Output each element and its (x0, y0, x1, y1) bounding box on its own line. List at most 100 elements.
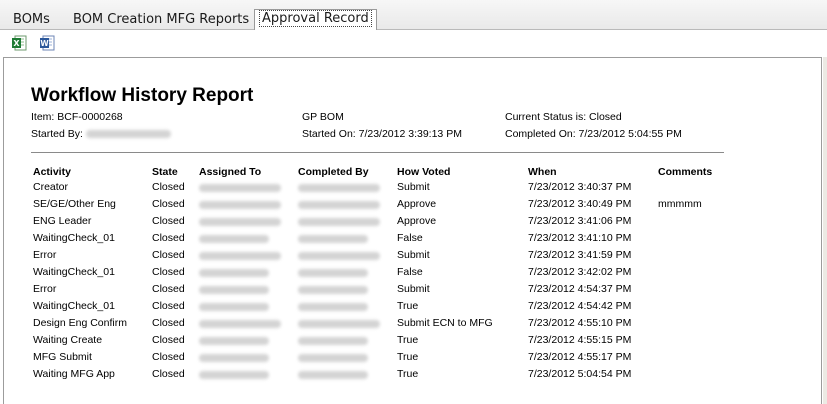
state-cell: Closed (152, 300, 185, 312)
redacted-name (85, 130, 171, 139)
state-cell: Closed (152, 249, 185, 261)
comment-cell: mmmmm (658, 198, 702, 210)
table-row: Error Closed Submit 7/23/2012 3:41:59 PM (0, 249, 827, 266)
col-header-activity: Activity (33, 166, 71, 178)
started-by-label: Started By: (31, 128, 83, 140)
table-row: WaitingCheck_01 Closed True 7/23/2012 4:… (0, 300, 827, 317)
table-row: Design Eng Confirm Closed Submit ECN to … (0, 317, 827, 334)
tab-approval-record-label: Approval Record (259, 10, 372, 27)
redacted-completer (298, 184, 380, 192)
activity-cell: Waiting Create (33, 334, 103, 346)
vote-cell: Submit (397, 283, 430, 295)
vote-cell: False (397, 266, 423, 278)
redacted-completer (298, 252, 380, 260)
tab-bar: BOMs BOM Creation MFG Reports Approval R… (0, 0, 827, 32)
redacted-completer (298, 218, 380, 226)
when-cell: 7/23/2012 4:55:10 PM (528, 317, 632, 329)
redacted-completer (298, 286, 368, 294)
tab-boms[interactable]: BOMs (13, 10, 50, 30)
activity-cell: SE/GE/Other Eng (33, 198, 116, 210)
activity-cell: ENG Leader (33, 215, 92, 227)
when-cell: 7/23/2012 3:41:10 PM (528, 232, 632, 244)
when-cell: 7/23/2012 3:40:49 PM (528, 198, 632, 210)
state-cell: Closed (152, 368, 185, 380)
bom-type: GP BOM (302, 111, 344, 123)
activity-cell: Error (33, 249, 57, 261)
redacted-completer (298, 269, 368, 277)
when-cell: 7/23/2012 4:54:37 PM (528, 283, 632, 295)
redacted-completer (298, 235, 368, 243)
vote-cell: Submit (397, 249, 430, 261)
state-cell: Closed (152, 334, 185, 346)
redacted-completer (298, 371, 368, 379)
vote-cell: Approve (397, 198, 437, 210)
table-row: Waiting Create Closed True 7/23/2012 4:5… (0, 334, 827, 351)
started-on: Started On: 7/23/2012 3:39:13 PM (302, 128, 462, 140)
state-cell: Closed (152, 283, 185, 295)
when-cell: 7/23/2012 3:41:06 PM (528, 215, 632, 227)
col-header-completed-by: Completed By (298, 166, 369, 178)
redacted-completer (298, 320, 380, 328)
col-header-assigned-to: Assigned To (199, 166, 262, 178)
table-row: MFG Submit Closed True 7/23/2012 4:55:17… (0, 351, 827, 368)
table-row: ENG Leader Closed Approve 7/23/2012 3:41… (0, 215, 827, 232)
redacted-completer (298, 337, 368, 345)
state-cell: Closed (152, 317, 185, 329)
redacted-assignee (199, 201, 281, 209)
when-cell: 7/23/2012 3:41:59 PM (528, 249, 632, 261)
export-word-button[interactable]: W (39, 35, 55, 51)
col-header-state: State (152, 166, 178, 178)
current-status: Current Status is: Closed (505, 111, 622, 123)
word-icon-glyph: W (40, 39, 49, 48)
tab-bom-creation-mfg-reports[interactable]: BOM Creation MFG Reports (73, 10, 249, 30)
state-cell: Closed (152, 215, 185, 227)
export-excel-button[interactable]: X (11, 35, 27, 51)
when-cell: 7/23/2012 4:55:15 PM (528, 334, 632, 346)
redacted-assignee (199, 235, 269, 243)
started-by: Started By: (31, 128, 171, 141)
vote-cell: True (397, 351, 419, 363)
activity-cell: Creator (33, 181, 69, 193)
redacted-completer (298, 201, 380, 209)
table-row: Error Closed Submit 7/23/2012 4:54:37 PM (0, 283, 827, 300)
state-cell: Closed (152, 351, 185, 363)
redacted-assignee (199, 269, 269, 277)
activity-cell: WaitingCheck_01 (33, 266, 115, 278)
vote-cell: True (397, 368, 419, 380)
report-title: Workflow History Report (31, 85, 254, 106)
excel-icon: X (12, 35, 27, 51)
table-row: Waiting MFG App Closed True 7/23/2012 5:… (0, 368, 827, 385)
redacted-assignee (199, 184, 281, 192)
redacted-assignee (199, 286, 269, 294)
vote-cell: False (397, 232, 423, 244)
col-header-comments: Comments (658, 166, 713, 178)
report-toolbar: X W (0, 30, 827, 57)
tab-approval-record[interactable]: Approval Record (254, 9, 377, 32)
table-row: WaitingCheck_01 Closed False 7/23/2012 3… (0, 266, 827, 283)
state-cell: Closed (152, 198, 185, 210)
excel-icon-glyph: X (13, 39, 20, 48)
when-cell: 7/23/2012 4:54:42 PM (528, 300, 632, 312)
col-header-when: When (528, 166, 557, 178)
redacted-completer (298, 354, 368, 362)
header-divider (31, 152, 724, 153)
vote-cell: Submit ECN to MFG (397, 317, 493, 329)
state-cell: Closed (152, 181, 185, 193)
redacted-assignee (199, 218, 281, 226)
item-number: Item: BCF-0000268 (31, 111, 123, 123)
when-cell: 7/23/2012 3:42:02 PM (528, 266, 632, 278)
redacted-assignee (199, 371, 269, 379)
table-row: Creator Closed Submit 7/23/2012 3:40:37 … (0, 181, 827, 198)
word-icon: W (40, 35, 55, 51)
activity-cell: Error (33, 283, 57, 295)
vote-cell: Approve (397, 215, 437, 227)
state-cell: Closed (152, 232, 185, 244)
state-cell: Closed (152, 266, 185, 278)
redacted-assignee (199, 303, 269, 311)
redacted-completer (298, 303, 368, 311)
when-cell: 7/23/2012 4:55:17 PM (528, 351, 632, 363)
col-header-how-voted: How Voted (397, 166, 451, 178)
activity-cell: WaitingCheck_01 (33, 232, 115, 244)
table-row: WaitingCheck_01 Closed False 7/23/2012 3… (0, 232, 827, 249)
when-cell: 7/23/2012 5:04:54 PM (528, 368, 632, 380)
